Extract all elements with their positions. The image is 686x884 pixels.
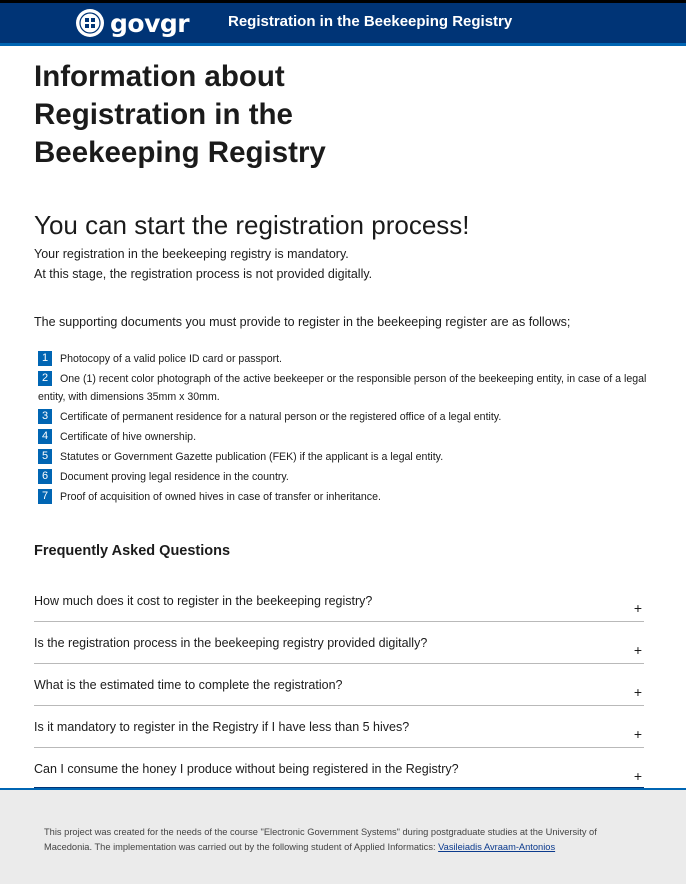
list-item-text: One (1) recent color photograph of the a… (38, 373, 647, 403)
site-header: govgr Registration in the Beekeeping Reg… (0, 3, 686, 43)
expand-plus-icon[interactable]: + (634, 712, 642, 742)
faq-question: Is it mandatory to register in the Regis… (34, 719, 410, 734)
list-item-text: Certificate of hive ownership. (60, 431, 197, 443)
list-item: 2 One (1) recent color photograph of the … (38, 370, 648, 406)
govgr-logo[interactable]: govgr (76, 8, 190, 38)
list-number-badge: 1 (38, 351, 52, 366)
list-item-text: Document proving legal residence in the … (60, 471, 289, 483)
faq-title: Frequently Asked Questions (34, 543, 231, 559)
list-item: 5 Statutes or Government Gazette publicat… (38, 448, 648, 466)
list-number-badge: 7 (38, 489, 52, 504)
logo-text: govgr (110, 8, 190, 38)
list-item-text: Statutes or Government Gazette publicati… (60, 451, 444, 463)
expand-plus-icon[interactable]: + (634, 754, 642, 784)
site-footer: This project was created for the needs o… (0, 788, 686, 884)
list-number-badge: 3 (38, 409, 52, 424)
header-border (0, 43, 686, 46)
list-item: 1 Photocopy of a valid police ID card or … (38, 350, 648, 368)
list-item: 7 Proof of acquisition of owned hives in … (38, 488, 648, 506)
intro-text: Your registration in the beekeeping regi… (34, 244, 372, 284)
list-item-text: Certificate of permanent residence for a… (60, 411, 502, 423)
list-item: 6 Document proving legal residence in the… (38, 468, 648, 486)
list-number-badge: 4 (38, 429, 52, 444)
list-number-badge: 5 (38, 449, 52, 464)
faq-item-digital[interactable]: Is the registration process in the beeke… (34, 622, 644, 664)
intro-line-not-digital: At this stage, the registration process … (34, 267, 373, 281)
faq-question: Is the registration process in the beeke… (34, 635, 428, 650)
intro-line-mandatory: Your registration in the beekeeping regi… (34, 247, 349, 261)
expand-plus-icon[interactable]: + (634, 586, 642, 616)
expand-plus-icon[interactable]: + (634, 628, 642, 658)
documents-intro: The supporting documents you must provid… (34, 315, 571, 329)
faq-item-time[interactable]: What is the estimated time to complete t… (34, 664, 644, 706)
list-item: 3 Certificate of permanent residence for … (38, 408, 648, 426)
list-item-text: Proof of acquisition of owned hives in c… (60, 491, 381, 503)
list-item-text: Photocopy of a valid police ID card or p… (60, 353, 282, 365)
section-heading: You can start the registration process! (34, 210, 470, 240)
list-number-badge: 2 (38, 371, 52, 386)
footer-text: This project was created for the needs o… (44, 825, 604, 854)
faq-question: What is the estimated time to complete t… (34, 677, 343, 692)
faq-item-hives[interactable]: Is it mandatory to register in the Regis… (34, 706, 644, 748)
author-link[interactable]: Vasileiadis Avraam-Antonios (438, 842, 555, 852)
faq-accordion: How much does it cost to register in the… (34, 580, 644, 789)
list-item: 4 Certificate of hive ownership. (38, 428, 648, 446)
greek-emblem-icon (76, 9, 104, 37)
list-number-badge: 6 (38, 469, 52, 484)
page-title: Information about Registration in the Be… (34, 60, 326, 169)
header-title: Registration in the Beekeeping Registry (228, 13, 513, 30)
faq-item-cost[interactable]: How much does it cost to register in the… (34, 580, 644, 622)
faq-question: Can I consume the honey I produce withou… (34, 761, 459, 776)
faq-question: How much does it cost to register in the… (34, 593, 373, 608)
faq-item-honey[interactable]: Can I consume the honey I produce withou… (34, 748, 644, 789)
documents-list: 1 Photocopy of a valid police ID card or … (38, 350, 648, 508)
expand-plus-icon[interactable]: + (634, 670, 642, 700)
